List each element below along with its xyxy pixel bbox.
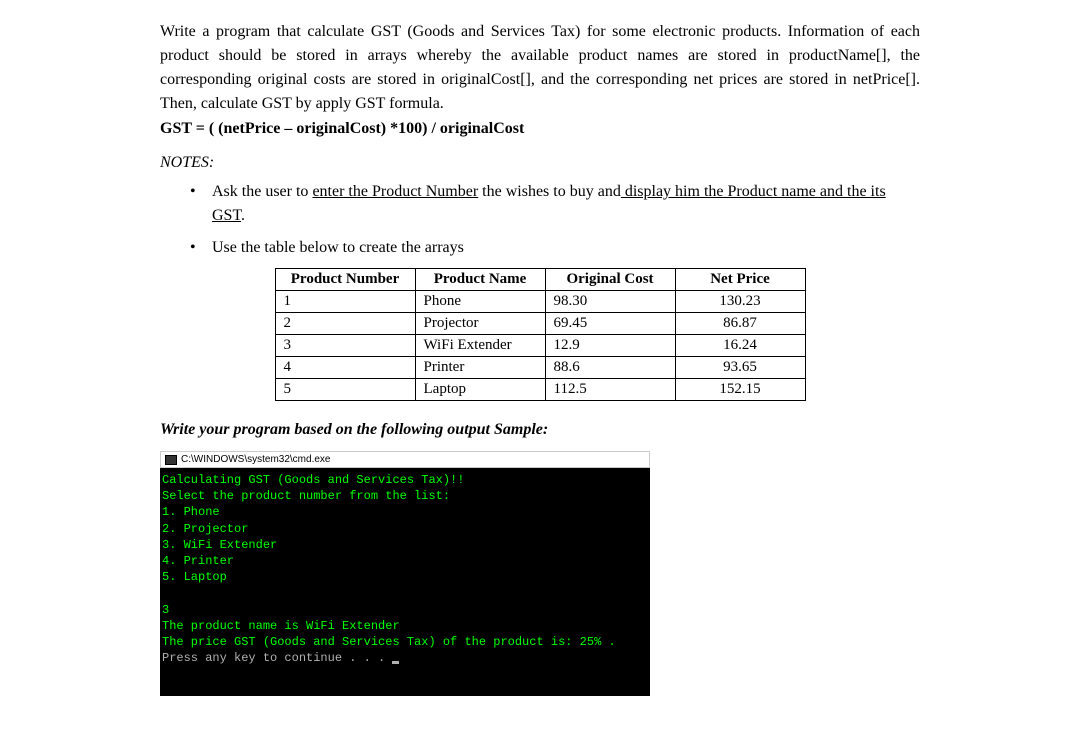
header-product-name: Product Name <box>415 269 545 291</box>
cell-name: Printer <box>415 357 545 379</box>
cell-num: 4 <box>275 357 415 379</box>
cell-name: Phone <box>415 291 545 313</box>
notes-header: NOTES: <box>160 154 920 172</box>
term-line: 3. WiFi Extender <box>162 538 277 552</box>
cell-name: Laptop <box>415 379 545 401</box>
cell-cost: 88.6 <box>545 357 675 379</box>
table-row: 4 Printer 88.6 93.65 <box>275 357 805 379</box>
terminal-body: Calculating GST (Goods and Services Tax)… <box>160 468 650 696</box>
term-line: 4. Printer <box>162 554 234 568</box>
product-table: Product Number Product Name Original Cos… <box>275 268 806 401</box>
cell-price: 16.24 <box>675 335 805 357</box>
table-header-row: Product Number Product Name Original Cos… <box>275 269 805 291</box>
notes-item-1-prefix: Ask the user to <box>212 183 312 200</box>
cell-cost: 12.9 <box>545 335 675 357</box>
gst-formula: GST = ( (netPrice – originalCost) *100) … <box>160 120 920 138</box>
cell-name: WiFi Extender <box>415 335 545 357</box>
notes-item-1-mid: the wishes to buy and <box>478 183 621 200</box>
term-line: The product name is WiFi Extender <box>162 619 400 633</box>
terminal-title-text: C:\WINDOWS\system32\cmd.exe <box>181 454 330 465</box>
intro-paragraph: Write a program that calculate GST (Good… <box>160 20 920 116</box>
table-row: 3 WiFi Extender 12.9 16.24 <box>275 335 805 357</box>
cell-num: 2 <box>275 313 415 335</box>
cursor-icon <box>392 661 399 664</box>
term-line: 5. Laptop <box>162 570 227 584</box>
terminal-titlebar: C:\WINDOWS\system32\cmd.exe <box>160 451 650 468</box>
header-product-number: Product Number <box>275 269 415 291</box>
output-sample-prompt: Write your program based on the followin… <box>160 421 920 439</box>
header-net-price: Net Price <box>675 269 805 291</box>
table-row: 1 Phone 98.30 130.23 <box>275 291 805 313</box>
term-line: 1. Phone <box>162 505 220 519</box>
table-row: 2 Projector 69.45 86.87 <box>275 313 805 335</box>
term-line: Calculating GST (Goods and Services Tax)… <box>162 473 464 487</box>
notes-item-2: Use the table below to create the arrays <box>190 236 920 260</box>
cmd-icon <box>165 455 177 465</box>
term-line: 3 <box>162 603 169 617</box>
terminal-window: C:\WINDOWS\system32\cmd.exe Calculating … <box>160 451 650 696</box>
cell-num: 5 <box>275 379 415 401</box>
notes-item-1-underline1: enter the Product Number <box>312 183 478 200</box>
cell-cost: 98.30 <box>545 291 675 313</box>
term-line-continue: Press any key to continue . . . <box>162 651 392 665</box>
cell-name: Projector <box>415 313 545 335</box>
notes-item-1-suffix: . <box>241 207 245 224</box>
notes-item-1: Ask the user to enter the Product Number… <box>190 180 920 228</box>
cell-cost: 69.45 <box>545 313 675 335</box>
term-line: The price GST (Goods and Services Tax) o… <box>162 635 616 649</box>
cell-num: 3 <box>275 335 415 357</box>
cell-price: 86.87 <box>675 313 805 335</box>
cell-price: 130.23 <box>675 291 805 313</box>
notes-list: Ask the user to enter the Product Number… <box>160 180 920 260</box>
cell-num: 1 <box>275 291 415 313</box>
header-original-cost: Original Cost <box>545 269 675 291</box>
term-line: Select the product number from the list: <box>162 489 450 503</box>
term-line: 2. Projector <box>162 522 248 536</box>
cell-price: 152.15 <box>675 379 805 401</box>
cell-cost: 112.5 <box>545 379 675 401</box>
cell-price: 93.65 <box>675 357 805 379</box>
table-row: 5 Laptop 112.5 152.15 <box>275 379 805 401</box>
